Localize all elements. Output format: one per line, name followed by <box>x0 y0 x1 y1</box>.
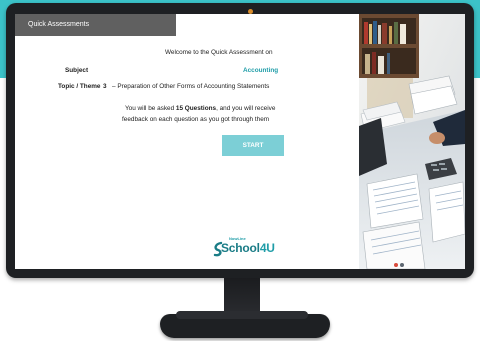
question-count: 15 Questions <box>175 105 217 112</box>
status-dots <box>394 263 408 267</box>
start-button[interactable]: START <box>222 135 284 156</box>
desk-photo-illustration <box>359 14 465 269</box>
logo-suffix: 4U <box>259 241 275 255</box>
topic-label: Topic / Theme <box>58 83 101 90</box>
info-prefix: You will be asked <box>125 105 176 112</box>
red-status-dot <box>394 263 398 267</box>
info-suffix: , and you will receive <box>216 105 276 112</box>
subject-value: Accounting <box>243 67 279 74</box>
topic-number: 3 <box>103 83 107 90</box>
monitor-stand-base-top <box>176 311 308 319</box>
welcome-text: Welcome to the Quick Assessment on <box>165 49 273 56</box>
question-count-text: You will be asked 15 Questions, and you … <box>125 105 275 112</box>
office-desk-photo <box>359 14 465 269</box>
grey-status-dot <box>400 263 404 267</box>
assessment-screen: Quick Assessments Welcome to the Quick A… <box>15 14 359 269</box>
feedback-text: feedback on each question as you got thr… <box>122 116 270 123</box>
topic-value: – Preparation of Other Forms of Accounti… <box>112 83 270 90</box>
school4u-logo: NowLine School4U <box>213 236 277 262</box>
logo-wordmark: School4U <box>221 241 275 255</box>
window-title: Quick Assessments <box>15 14 176 36</box>
subject-label: Subject <box>65 67 89 74</box>
logo-word: School <box>221 241 260 255</box>
